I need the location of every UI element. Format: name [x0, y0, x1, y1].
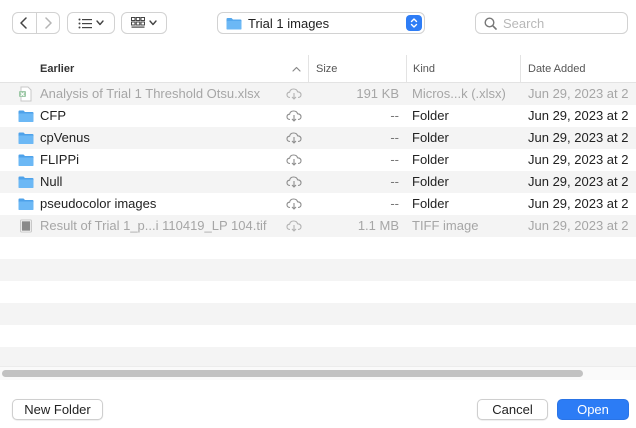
file-size: --	[390, 174, 399, 189]
column-header-kind[interactable]: Kind	[406, 55, 520, 83]
file-name: CFP	[40, 108, 66, 123]
folder-icon	[18, 198, 34, 210]
popup-arrows-icon	[406, 15, 422, 31]
file-list: Analysis of Trial 1 Threshold Otsu.xlsx …	[0, 83, 636, 369]
empty-row	[0, 325, 636, 347]
file-size: --	[390, 152, 399, 167]
file-row[interactable]: CFP -- Folder Jun 29, 2023 at 2	[0, 105, 636, 127]
search-input[interactable]	[503, 15, 613, 31]
empty-row	[0, 303, 636, 325]
cloud-download-icon[interactable]	[286, 109, 302, 122]
icon-view-menu-button[interactable]	[121, 12, 167, 34]
list-icon	[78, 18, 92, 28]
sort-ascending-icon	[289, 55, 303, 83]
column-header-size[interactable]: Size	[308, 55, 406, 83]
file-date-added: Jun 29, 2023 at 2	[528, 218, 629, 233]
file-size: 1.1 MB	[357, 218, 399, 233]
file-date-added: Jun 29, 2023 at 2	[528, 174, 629, 189]
file-row[interactable]: FLIPPi -- Folder Jun 29, 2023 at 2	[0, 149, 636, 171]
file-kind: Folder	[412, 196, 449, 211]
file-name: pseudocolor images	[40, 196, 157, 211]
chevron-down-icon	[149, 20, 157, 26]
file-row[interactable]: Null -- Folder Jun 29, 2023 at 2	[0, 171, 636, 193]
file-row[interactable]: pseudocolor images -- Folder Jun 29, 202…	[0, 193, 636, 215]
file-kind: Folder	[412, 108, 449, 123]
file-kind: Folder	[412, 174, 449, 189]
cloud-download-icon[interactable]	[286, 175, 302, 188]
back-button[interactable]	[13, 13, 36, 33]
file-name: Result of Trial 1_p...i 110419_LP 104.ti…	[40, 218, 267, 233]
grid-icon	[131, 17, 145, 28]
file-name: cpVenus	[40, 130, 90, 145]
file-date-added: Jun 29, 2023 at 2	[528, 152, 629, 167]
empty-row	[0, 281, 636, 303]
chevron-left-icon	[20, 17, 28, 29]
file-name: Analysis of Trial 1 Threshold Otsu.xlsx	[40, 86, 261, 101]
file-date-added: Jun 29, 2023 at 2	[528, 86, 629, 101]
table-header: Earlier Size Kind Date Added	[0, 55, 636, 83]
file-size: --	[390, 196, 399, 211]
file-date-added: Jun 29, 2023 at 2	[528, 130, 629, 145]
file-date-added: Jun 29, 2023 at 2	[528, 108, 629, 123]
cancel-button[interactable]: Cancel	[477, 399, 548, 420]
cloud-download-icon[interactable]	[286, 87, 302, 100]
chevron-right-icon	[44, 17, 52, 29]
search-icon	[484, 16, 497, 30]
location-title: Trial 1 images	[248, 15, 330, 31]
new-folder-button[interactable]: New Folder	[12, 399, 103, 420]
file-name: FLIPPi	[40, 152, 80, 167]
cloud-download-icon[interactable]	[286, 197, 302, 210]
file-kind: Folder	[412, 152, 449, 167]
file-table: Earlier Size Kind Date Added Analysis of…	[0, 55, 636, 369]
column-header-name[interactable]: Earlier	[40, 55, 308, 83]
file-date-added: Jun 29, 2023 at 2	[528, 196, 629, 211]
file-row[interactable]: Analysis of Trial 1 Threshold Otsu.xlsx …	[0, 83, 636, 105]
file-kind: TIFF image	[412, 218, 479, 233]
excel-file-icon	[19, 86, 32, 102]
empty-row	[0, 237, 636, 259]
chevron-down-icon	[96, 20, 104, 26]
search-field[interactable]	[475, 12, 628, 34]
file-kind: Micros...k (.xlsx)	[412, 86, 506, 101]
open-button[interactable]: Open	[557, 399, 629, 420]
navigation-buttons	[12, 12, 60, 34]
empty-row	[0, 259, 636, 281]
horizontal-scrollbar[interactable]	[0, 366, 636, 380]
file-size: --	[390, 130, 399, 145]
file-row[interactable]: Result of Trial 1_p...i 110419_LP 104.ti…	[0, 215, 636, 237]
cloud-download-icon[interactable]	[286, 219, 302, 232]
folder-icon	[18, 154, 34, 166]
scrollbar-thumb[interactable]	[2, 370, 583, 377]
cloud-download-icon[interactable]	[286, 153, 302, 166]
location-popup[interactable]: Trial 1 images	[217, 12, 425, 34]
toolbar: Trial 1 images	[0, 0, 636, 46]
file-size: 191 KB	[356, 86, 399, 101]
folder-icon	[18, 110, 34, 122]
forward-button[interactable]	[36, 13, 59, 33]
file-kind: Folder	[412, 130, 449, 145]
folder-icon	[18, 176, 34, 188]
list-view-menu-button[interactable]	[67, 12, 115, 34]
tiff-file-icon	[20, 219, 32, 233]
cloud-download-icon[interactable]	[286, 131, 302, 144]
file-name: Null	[40, 174, 63, 189]
column-header-date-added[interactable]: Date Added	[520, 55, 636, 83]
file-size: --	[390, 108, 399, 123]
file-row[interactable]: cpVenus -- Folder Jun 29, 2023 at 2	[0, 127, 636, 149]
folder-icon	[18, 132, 34, 144]
folder-icon	[226, 17, 242, 29]
